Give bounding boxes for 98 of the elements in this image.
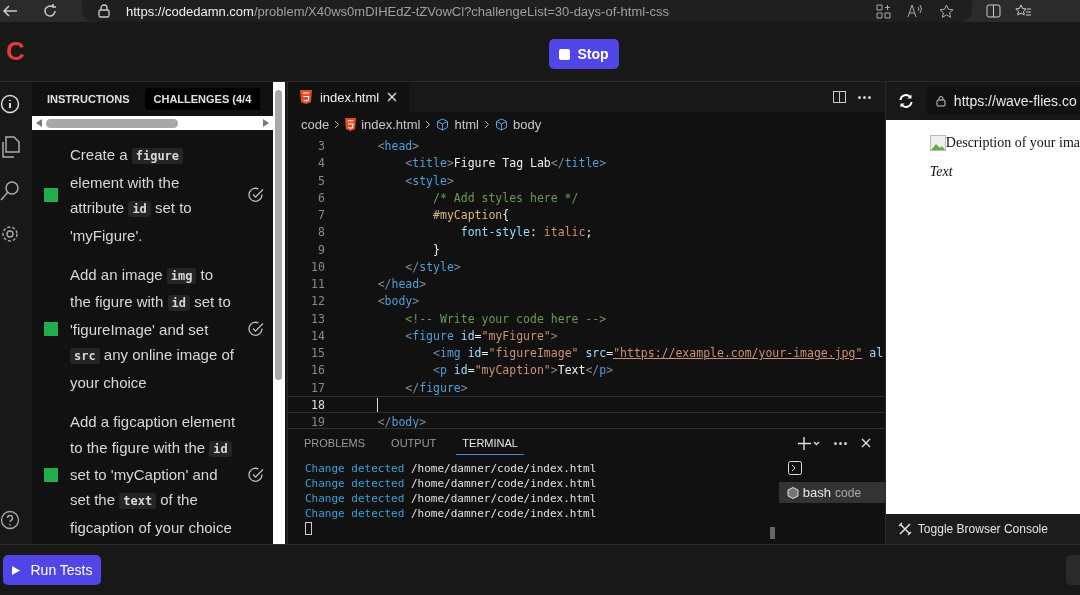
image-alt-text: Description of your ima	[945, 135, 1080, 152]
figure-caption: Text	[929, 164, 954, 181]
terminal-line: Change detected /home/damner/code/index.html	[304, 461, 598, 477]
favorites-icon[interactable]	[1015, 3, 1031, 19]
line-number: 8	[317, 225, 325, 240]
terminal-icon[interactable]	[787, 461, 802, 476]
breadcrumb-item[interactable]: index.html	[361, 116, 421, 132]
check-circle-icon	[248, 466, 264, 483]
split-view-icon[interactable]	[986, 4, 1001, 18]
line-number: 15	[310, 346, 325, 361]
line-number: 19	[310, 415, 325, 429]
panel-tab[interactable]: OUTPUT	[385, 431, 443, 456]
chevron-icon	[425, 119, 432, 129]
line-number: 13	[310, 311, 325, 326]
breadcrumb-item[interactable]: html	[454, 116, 479, 132]
code-line: <style>	[404, 173, 454, 188]
code-line: <head>	[376, 139, 420, 154]
run-tests-button[interactable]: Run Tests	[3, 555, 101, 586]
code-line: <p id="myCaption">Text</p>	[432, 363, 614, 378]
code-line: <figure id="myFigure">	[404, 328, 558, 343]
line-number: 5	[317, 173, 325, 188]
info-icon[interactable]	[0, 94, 20, 115]
code-line: /* Add styles here */	[432, 190, 579, 205]
line-number: 17	[310, 380, 325, 395]
logo[interactable]: C	[6, 36, 25, 68]
read-aloud-icon[interactable]	[907, 4, 923, 18]
challenge-text: Add a figcaption element to the figure with the id set to 'myCaption' and set the text of the figcaption of your choice	[70, 412, 236, 538]
line-number: 7	[317, 208, 325, 223]
preview-url-field[interactable]: https://wave-flies.co	[925, 87, 1080, 116]
panel-tab[interactable]: CHALLENGES (4/4	[144, 88, 261, 111]
line-number: 12	[310, 294, 325, 309]
line-number: 4	[317, 156, 325, 171]
settings-icon[interactable]	[0, 224, 20, 245]
code-line: </head>	[376, 277, 427, 292]
code-line: }	[432, 242, 440, 257]
broken-image-icon	[929, 135, 946, 152]
close-icon[interactable]	[860, 438, 871, 449]
close-icon[interactable]	[387, 92, 398, 103]
cube-icon	[494, 117, 508, 131]
reload-icon[interactable]	[42, 3, 58, 19]
panel-tab[interactable]: PROBLEMS	[297, 431, 372, 456]
refresh-icon[interactable]	[897, 93, 914, 110]
terminal-cursor	[304, 522, 312, 536]
help-icon[interactable]	[0, 510, 20, 531]
terminal-line: Change detected /home/damner/code/index.html	[304, 506, 598, 522]
chevron-icon	[334, 119, 341, 129]
apps-icon[interactable]	[876, 3, 891, 19]
add-terminal-icon[interactable]	[797, 436, 820, 450]
cube-icon	[786, 486, 799, 499]
code-line: </body>	[376, 415, 427, 429]
toggle-console-button[interactable]: Toggle Browser Console	[885, 514, 1080, 545]
line-number: 14	[310, 328, 325, 343]
breadcrumb-item[interactable]: code	[300, 116, 330, 132]
panel-tab[interactable]: TERMINAL	[456, 431, 524, 456]
line-number: 11	[310, 277, 325, 292]
line-number: 6	[317, 190, 325, 205]
lock-icon	[98, 4, 110, 18]
line-number: 16	[310, 363, 325, 378]
line-number: 3	[317, 139, 325, 154]
terminal-line: Change detected /home/damner/code/index.html	[304, 491, 598, 507]
check-circle-icon	[248, 320, 264, 337]
challenge-text: Create a figure element with the attribute id set to 'myFigure'.	[70, 145, 193, 246]
html5-icon	[299, 90, 312, 105]
chevron-icon	[483, 119, 490, 129]
play-icon	[11, 565, 20, 575]
search-icon[interactable]	[0, 180, 20, 203]
code-line: <body>	[376, 294, 420, 309]
code-line: </style>	[404, 259, 461, 274]
terminal-line: Change detected /home/damner/code/index.html	[304, 476, 598, 492]
stop-button[interactable]: Stop	[549, 39, 619, 69]
cube-icon	[436, 117, 450, 131]
stop-icon	[559, 48, 571, 60]
line-number: 18	[310, 397, 325, 412]
line-number: 9	[317, 242, 325, 257]
text-cursor	[376, 397, 378, 412]
html5-icon	[345, 117, 357, 131]
code-line: font-style: italic;	[459, 225, 593, 240]
code-line: <img id="figureImage" src="https://example.com/your-image.jpg" al	[432, 346, 884, 361]
line-number: 10	[310, 259, 325, 274]
files-icon[interactable]	[0, 136, 20, 159]
code-line: </figure>	[404, 380, 468, 395]
panel-tab[interactable]: INSTRUCTIONS	[38, 88, 139, 111]
code-line: <!-- Write your code here -->	[404, 311, 607, 326]
challenge-text: Add an image img to the figure with id set to 'figureImage' and set src any online image of your choice	[70, 265, 235, 393]
star-icon[interactable]	[939, 3, 954, 19]
address-bar[interactable]: https://codedamn.com/problem/X40ws0mDIHEdZ-tZVowCl?challengeList=30-days-of-html-css	[82, 0, 972, 22]
file-tab[interactable]: index.html	[287, 82, 410, 113]
tools-icon	[897, 522, 912, 537]
split-editor-icon[interactable]	[832, 91, 846, 104]
check-circle-icon	[248, 187, 264, 204]
breadcrumb-item[interactable]: body	[512, 116, 542, 132]
code-line: #myCaption{	[432, 208, 510, 223]
lock-icon	[935, 95, 946, 108]
vertical-scrollbar[interactable]	[272, 82, 285, 545]
back-icon[interactable]	[2, 4, 18, 18]
horizontal-scrollbar[interactable]	[32, 116, 273, 131]
code-line: <title>Figure Tag Lab</title>	[404, 156, 607, 171]
terminal-session[interactable]: bash code	[778, 482, 885, 504]
